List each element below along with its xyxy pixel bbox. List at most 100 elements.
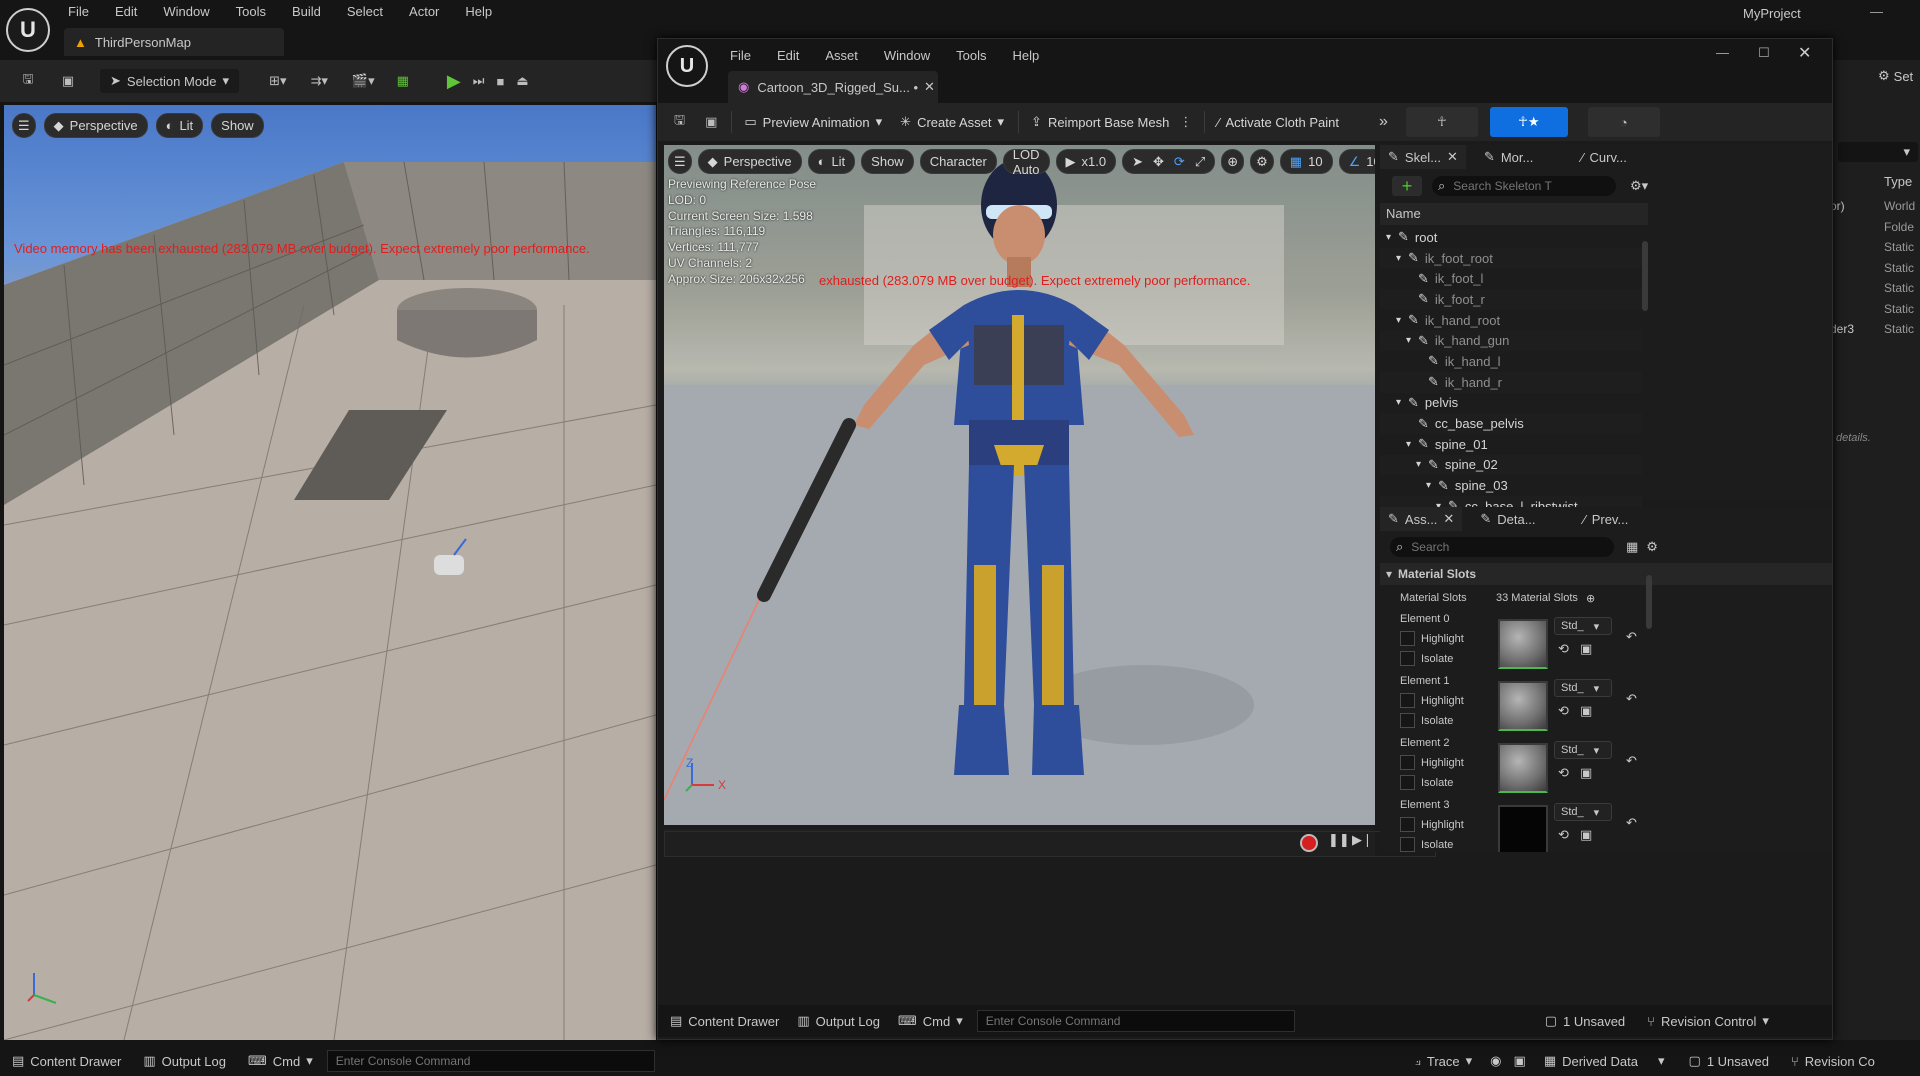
record-icon[interactable]: ◉ [1490, 1053, 1501, 1069]
add-actor-icon[interactable]: ⊞▾ [269, 73, 286, 89]
bone-row[interactable]: ▾ ✎ spine_01 [1380, 434, 1642, 455]
character-button[interactable]: Character [919, 149, 997, 174]
perspective-button[interactable]: ◆ Perspective [697, 149, 802, 174]
isolate-checkbox-row[interactable]: Isolate [1400, 651, 1453, 666]
gear-icon[interactable]: ⚙ [1646, 539, 1658, 555]
lit-button[interactable]: ◐ Lit [807, 149, 856, 174]
isolate-checkbox-row[interactable]: Isolate [1400, 775, 1453, 790]
expand-arrow-icon[interactable]: ▾ [1406, 439, 1418, 450]
menu-item-build[interactable]: Build [292, 4, 321, 19]
highlight-checkbox[interactable] [1400, 631, 1415, 646]
preview-animation-button[interactable]: ▭ Preview Animation ▾ [744, 114, 882, 130]
skeleton-search-input[interactable] [1451, 178, 1596, 194]
bone-row[interactable]: ▾ ✎ pelvis [1380, 393, 1642, 414]
details-search-input[interactable] [1409, 539, 1594, 555]
material-type-dropdown[interactable]: Std_ ▾ [1554, 803, 1612, 821]
bone-row[interactable]: ✎ ik_hand_r [1380, 371, 1642, 393]
highlight-checkbox[interactable] [1400, 817, 1415, 832]
mesh-mode-button[interactable]: ☥★ [1489, 107, 1568, 137]
menu-item-help[interactable]: Help [465, 4, 492, 19]
cloth-paint-button[interactable]: ⁄ Activate Cloth Paint [1217, 115, 1339, 130]
menu-item-edit[interactable]: Edit [115, 4, 137, 19]
trace-button[interactable]: ⟓ Trace ▾ [1415, 1053, 1472, 1069]
browse-asset-icon[interactable]: ▣ [1580, 765, 1592, 781]
reset-icon[interactable]: ↶ [1626, 753, 1637, 769]
highlight-checkbox-row[interactable]: Highlight [1400, 755, 1464, 770]
revision-control-button[interactable]: ⑂ Revision Control ▾ [1647, 1013, 1769, 1029]
skeleton-tab[interactable]: ✎ Skel... ✕ [1380, 145, 1466, 169]
viewport-menu-button[interactable]: ☰ [12, 113, 36, 138]
viewport-menu-button[interactable]: ☰ [668, 149, 692, 174]
preview-tab[interactable]: ∕ Prev... [1584, 512, 1629, 527]
highlight-checkbox-row[interactable]: Highlight [1400, 817, 1464, 832]
material-thumbnail[interactable] [1498, 743, 1548, 793]
close-window-button[interactable]: ✕ [1798, 43, 1811, 63]
close-tab-icon[interactable]: ✕ [1443, 511, 1454, 527]
close-tab-icon[interactable]: ✕ [1447, 149, 1458, 165]
revision-button[interactable]: ⑂ Revision Co [1791, 1054, 1875, 1069]
expand-arrow-icon[interactable]: ▾ [1406, 335, 1418, 346]
use-asset-icon[interactable]: ⟲ [1558, 641, 1569, 657]
bone-row[interactable]: ▾ ✎ spine_02 [1380, 454, 1642, 476]
material-type-dropdown[interactable]: Std_ ▾ [1554, 679, 1612, 697]
output-log-button[interactable]: ▥ Output Log [797, 1013, 880, 1029]
coord-space-button[interactable]: ⊕ [1221, 149, 1245, 174]
bone-row[interactable]: ▾ ✎ root [1380, 227, 1642, 248]
browse-asset-icon[interactable]: ▣ [1580, 703, 1592, 719]
bone-row[interactable]: ✎ ik_hand_l [1380, 351, 1642, 372]
cmd-button[interactable]: ⌨ Cmd ▾ [248, 1053, 313, 1069]
add-socket-button[interactable]: + [1392, 176, 1422, 196]
expand-arrow-icon[interactable]: ▾ [1396, 315, 1408, 326]
outliner-row[interactable]: Folde [1830, 217, 1920, 238]
use-asset-icon[interactable]: ⟲ [1558, 703, 1569, 719]
select-icon[interactable]: ➤ [1132, 154, 1143, 170]
skeleton-search-box[interactable]: ⌕ [1432, 176, 1616, 196]
blueprint-icon[interactable]: ⇉▾ [310, 73, 327, 89]
details-tab[interactable]: ✎ Deta... [1480, 511, 1535, 527]
scale-icon[interactable]: ⤢ [1195, 154, 1205, 170]
material-slots-section[interactable]: ▾ Material Slots [1380, 563, 1832, 585]
highlight-checkbox-row[interactable]: Highlight [1400, 693, 1464, 708]
settings-button[interactable]: ⚙ Set [1878, 68, 1913, 84]
bone-row[interactable]: ▾ ✎ ik_foot_root [1380, 247, 1642, 269]
browse-icon[interactable]: ▣ [705, 114, 717, 130]
details-scrollbar[interactable] [1646, 575, 1652, 629]
menu-item-help[interactable]: Help [1012, 48, 1039, 63]
bone-row[interactable]: ▾ ✎ ik_hand_gun [1380, 330, 1642, 352]
level-viewport[interactable]: ☰ ◆ Perspective ◐ Lit Show Video memory ha… [4, 105, 656, 1040]
cmd-button[interactable]: ⌨ Cmd ▾ [898, 1013, 963, 1029]
derived-data-button[interactable]: ▦ Derived Data ▾ [1544, 1053, 1665, 1069]
map-tab[interactable]: ▲ ThirdPersonMap [64, 28, 284, 56]
menu-item-file[interactable]: File [730, 48, 751, 63]
bone-row[interactable]: ▾ ✎ ik_hand_root [1380, 310, 1642, 331]
record-button[interactable] [1300, 834, 1318, 852]
bone-row[interactable]: ✎ ik_foot_l [1380, 268, 1642, 289]
reset-icon[interactable]: ↶ [1626, 691, 1637, 707]
material-thumbnail[interactable] [1498, 681, 1548, 731]
menu-item-actor[interactable]: Actor [409, 4, 439, 19]
asset-tab[interactable]: ◉ Cartoon_3D_Rigged_Su... • ✕ [728, 71, 938, 103]
outliner-row[interactable]: Static [1830, 299, 1920, 320]
play-forward-button[interactable]: ▶❘ [1352, 832, 1373, 848]
highlight-checkbox[interactable] [1400, 755, 1415, 770]
console-input[interactable] [976, 1010, 1295, 1032]
table-view-icon[interactable]: ▦ [1626, 539, 1638, 555]
minimize-button[interactable]: — [1716, 45, 1729, 60]
pause-button[interactable]: ❚❚ [1328, 832, 1350, 848]
modes-icon[interactable]: ▦ [397, 73, 409, 89]
unsaved-button[interactable]: ▢ 1 Unsaved [1545, 1013, 1625, 1029]
angle-snap-button[interactable]: ∠ 10° [1338, 149, 1375, 174]
expand-arrow-icon[interactable]: ▾ [1386, 232, 1398, 243]
playback-speed-button[interactable]: ▶ x1.0 [1055, 149, 1117, 174]
skeleton-mode-button[interactable]: ☥ [1405, 107, 1478, 137]
highlight-checkbox-row[interactable]: Highlight [1400, 631, 1464, 646]
details-search-box[interactable]: ⌕ [1390, 537, 1614, 557]
menu-item-window[interactable]: Window [884, 48, 930, 63]
play-icon[interactable]: ▶ [447, 71, 461, 92]
isolate-checkbox[interactable] [1400, 775, 1415, 790]
isolate-checkbox-row[interactable]: Isolate [1400, 837, 1453, 852]
use-asset-icon[interactable]: ⟲ [1558, 827, 1569, 843]
isolate-checkbox-row[interactable]: Isolate [1400, 713, 1453, 728]
content-drawer-button[interactable]: ▤ Content Drawer [12, 1053, 121, 1069]
reimport-button[interactable]: ⇪ Reimport Base Mesh [1031, 114, 1169, 130]
